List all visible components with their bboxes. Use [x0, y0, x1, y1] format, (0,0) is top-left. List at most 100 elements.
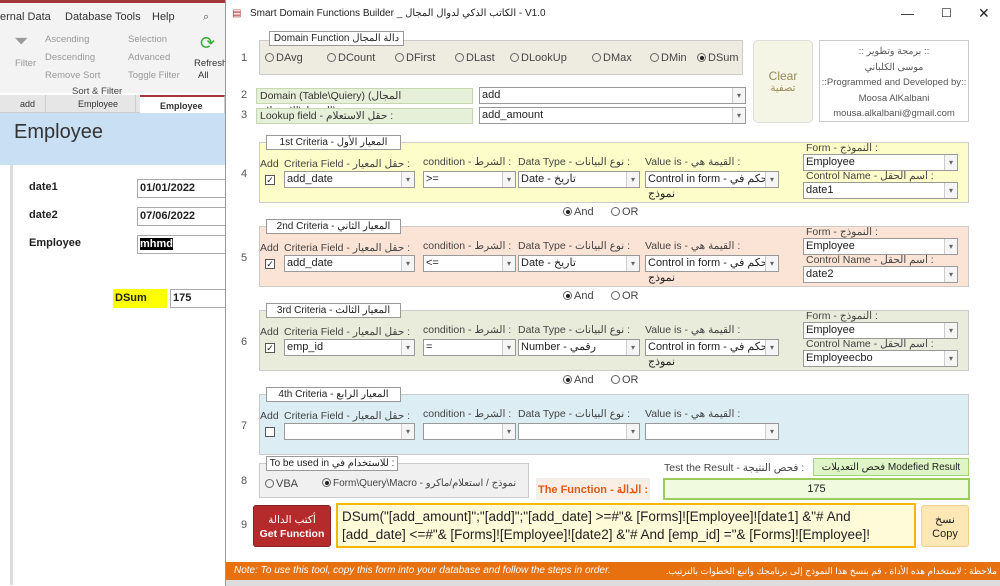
- search-icon[interactable]: ⌕: [203, 11, 209, 24]
- chevron-down-icon[interactable]: ▾: [401, 340, 414, 355]
- value-is-combobox[interactable]: ▾: [645, 423, 779, 440]
- date2-field[interactable]: 07/06/2022: [137, 207, 227, 226]
- result-field[interactable]: 175: [663, 478, 970, 500]
- radio-form-query-macro[interactable]: Form\Query\Macro - نموذج / استعلام/ماكرو: [322, 478, 516, 489]
- criteria-field-combobox[interactable]: add_date ▾: [284, 171, 415, 188]
- condition-combobox[interactable]: ▾: [423, 423, 516, 440]
- radio-dmin[interactable]: DMin: [650, 52, 687, 64]
- chevron-down-icon[interactable]: ▾: [502, 172, 515, 187]
- radio-label: And: [574, 290, 594, 302]
- radio-dlookup[interactable]: DLookUp: [510, 52, 567, 64]
- chevron-down-icon[interactable]: ▾: [626, 340, 639, 355]
- chevron-down-icon[interactable]: ▾: [944, 351, 957, 366]
- copy-button[interactable]: نسخ Copy: [921, 505, 969, 547]
- tab-employee-form[interactable]: Employee: [140, 95, 225, 113]
- chevron-down-icon[interactable]: ▾: [502, 256, 515, 271]
- criteria-field-combobox[interactable]: emp_id ▾: [284, 339, 415, 356]
- chevron-down-icon[interactable]: ▾: [502, 340, 515, 355]
- chevron-down-icon[interactable]: ▾: [944, 323, 957, 338]
- chevron-down-icon[interactable]: ▾: [765, 172, 778, 187]
- chevron-down-icon[interactable]: ▾: [944, 155, 957, 170]
- toggle-filter-button[interactable]: Toggle Filter: [128, 70, 180, 81]
- tab-add[interactable]: add: [0, 95, 46, 113]
- horizontal-scrollbar[interactable]: [226, 580, 1000, 586]
- radio-dsum[interactable]: DSum: [697, 52, 739, 64]
- close-button[interactable]: ✕: [978, 0, 990, 27]
- descending-button[interactable]: Descending: [45, 52, 95, 63]
- chevron-down-icon[interactable]: ▾: [502, 424, 515, 439]
- chevron-down-icon[interactable]: ▾: [944, 239, 957, 254]
- radio-dcount[interactable]: DCount: [327, 52, 375, 64]
- chevron-down-icon[interactable]: ▾: [732, 88, 745, 103]
- dsum-value[interactable]: 175: [170, 289, 227, 308]
- chevron-down-icon[interactable]: ▾: [944, 183, 957, 198]
- filter-button[interactable]: Filter: [15, 58, 36, 69]
- and-radio[interactable]: And: [563, 290, 594, 302]
- condition-combobox[interactable]: <= ▾: [423, 255, 516, 272]
- control-name-combobox[interactable]: date1 ▾: [803, 182, 958, 199]
- function-textarea[interactable]: DSum("[add_amount]";"[add]";"[add_date] …: [336, 503, 916, 548]
- chevron-down-icon[interactable]: ▾: [944, 267, 957, 282]
- menu-external-data[interactable]: ernal Data: [0, 11, 51, 23]
- or-radio[interactable]: OR: [611, 374, 639, 386]
- form-combobox[interactable]: Employee ▾: [803, 322, 958, 339]
- chevron-down-icon[interactable]: ▾: [626, 424, 639, 439]
- radio-vba[interactable]: VBA: [265, 478, 298, 490]
- tab-employee-table[interactable]: Employee: [58, 95, 136, 113]
- data-type-header: Data Type - نوع البيانات :: [518, 408, 631, 420]
- date1-field[interactable]: 01/01/2022: [137, 179, 227, 198]
- domain-combobox[interactable]: add ▾: [479, 87, 746, 104]
- maximize-button[interactable]: ☐: [941, 0, 952, 27]
- chevron-down-icon[interactable]: ▾: [401, 172, 414, 187]
- chevron-down-icon[interactable]: ▾: [626, 256, 639, 271]
- add-checkbox[interactable]: [265, 427, 275, 437]
- selection-button[interactable]: Selection: [128, 34, 167, 45]
- advanced-button[interactable]: Advanced: [128, 52, 170, 63]
- radio-davg[interactable]: DAvg: [265, 52, 303, 64]
- chevron-down-icon[interactable]: ▾: [401, 424, 414, 439]
- chevron-down-icon[interactable]: ▾: [765, 340, 778, 355]
- form-combobox[interactable]: Employee ▾: [803, 238, 958, 255]
- value-is-combobox[interactable]: Control in form - حكم في نموذج ▾: [645, 255, 779, 284]
- data-type-combobox[interactable]: Date - تاريخ ▾: [518, 255, 640, 272]
- radio-dlast[interactable]: DLast: [455, 52, 495, 64]
- control-name-combobox[interactable]: date2 ▾: [803, 266, 958, 283]
- criteria-field-combobox[interactable]: add_date ▾: [284, 255, 415, 272]
- condition-combobox[interactable]: >= ▾: [423, 171, 516, 188]
- data-type-combobox[interactable]: Number - رقمي ▾: [518, 339, 640, 356]
- ascending-button[interactable]: Ascending: [45, 34, 89, 45]
- value-is-combobox[interactable]: Control in form - حكم في نموذج ▾: [645, 339, 779, 368]
- data-type-combobox[interactable]: ▾: [518, 423, 640, 440]
- add-checkbox[interactable]: ✓: [265, 343, 275, 353]
- condition-combobox[interactable]: = ▾: [423, 339, 516, 356]
- chevron-down-icon[interactable]: ▾: [732, 108, 745, 123]
- lookup-combobox[interactable]: add_amount ▾: [479, 107, 746, 124]
- get-function-button[interactable]: أكتب الدالة Get Function: [253, 505, 331, 547]
- remove-sort-button[interactable]: Remove Sort: [45, 70, 100, 81]
- and-radio[interactable]: And: [563, 374, 594, 386]
- add-checkbox[interactable]: ✓: [265, 175, 275, 185]
- radio-dmax[interactable]: DMax: [592, 52, 632, 64]
- or-radio[interactable]: OR: [611, 290, 639, 302]
- chevron-down-icon[interactable]: ▾: [401, 256, 414, 271]
- chevron-down-icon[interactable]: ▾: [765, 256, 778, 271]
- refresh-all-button[interactable]: Refresh: [194, 58, 227, 69]
- data-type-header: Data Type - نوع البيانات :: [518, 324, 631, 336]
- employee-field[interactable]: mhmd: [137, 235, 227, 254]
- radio-dfirst[interactable]: DFirst: [395, 52, 435, 64]
- criteria-field-combobox[interactable]: ▾: [284, 423, 415, 440]
- add-checkbox[interactable]: ✓: [265, 259, 275, 269]
- data-type-combobox[interactable]: Date - تاريخ ▾: [518, 171, 640, 188]
- or-radio[interactable]: OR: [611, 206, 639, 218]
- control-name-combobox[interactable]: Employeecbo ▾: [803, 350, 958, 367]
- chevron-down-icon[interactable]: ▾: [765, 424, 778, 439]
- modified-result-button[interactable]: فحص التعديلات Modefied Result: [813, 458, 969, 476]
- menu-database-tools[interactable]: Database Tools: [65, 11, 141, 23]
- menu-help[interactable]: Help: [152, 11, 175, 23]
- chevron-down-icon[interactable]: ▾: [626, 172, 639, 187]
- value-is-combobox[interactable]: Control in form - حكم في نموذج ▾: [645, 171, 779, 200]
- clear-button[interactable]: Clear تصفية: [753, 40, 813, 123]
- and-radio[interactable]: And: [563, 206, 594, 218]
- minimize-button[interactable]: —: [901, 0, 914, 27]
- form-combobox[interactable]: Employee ▾: [803, 154, 958, 171]
